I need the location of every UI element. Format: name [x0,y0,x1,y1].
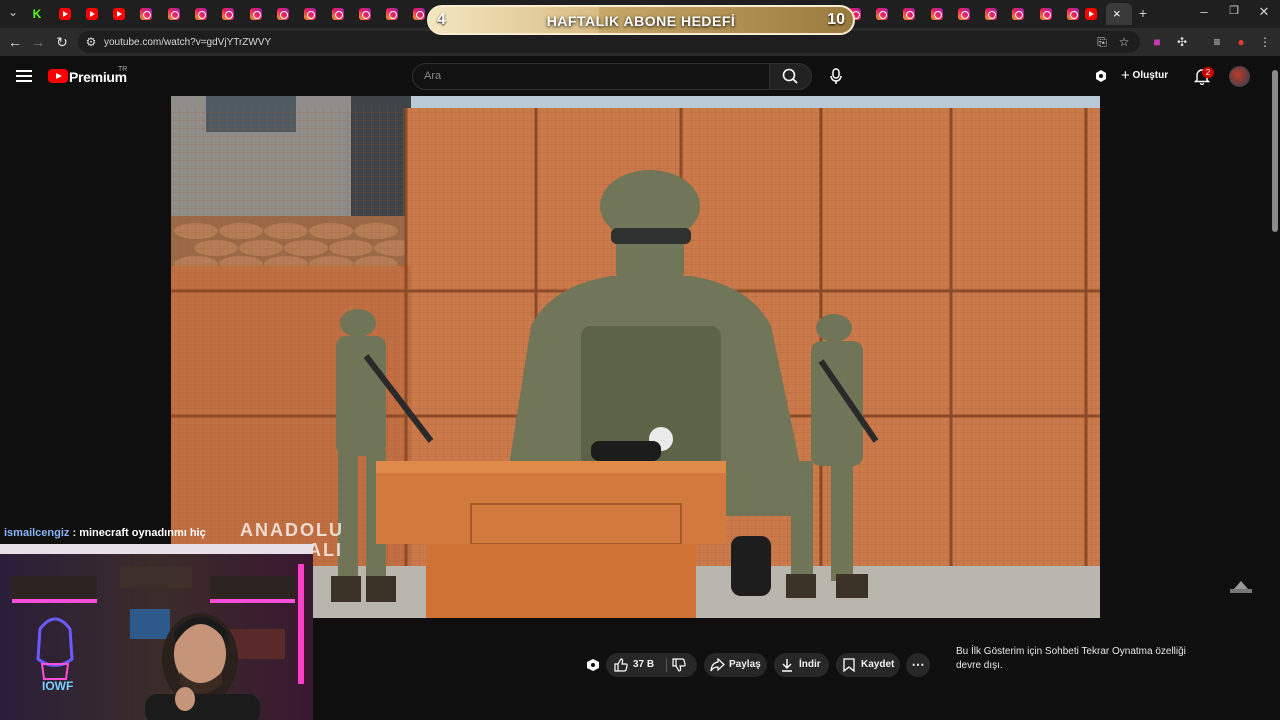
extensions-puzzle-icon[interactable]: ✣ [1174,34,1190,50]
youtube-favicon-icon[interactable] [1085,8,1097,20]
subscriber-goal-overlay: 4 HAFTALIK ABONE HEDEFİ 10 [427,5,855,35]
browser-menu-icon[interactable]: ⋮ [1257,34,1273,50]
chat-overlay-message: ismailcengiz : minecraft oynadınmı hiç [4,527,206,539]
youtube-favicon-icon[interactable] [86,8,98,20]
instagram-favicon-icon[interactable] [140,8,152,20]
extension-icon[interactable]: ■ [1149,34,1165,50]
streamer-webcam: IOWF [0,544,313,720]
search-icon [782,68,798,84]
instagram-favicon-icon[interactable] [250,8,262,20]
active-tab[interactable]: × [1106,3,1132,25]
instagram-favicon-icon[interactable] [413,8,425,20]
kick-favicon-icon[interactable]: K [31,8,43,20]
chat-separator: : [69,527,80,539]
restore-icon[interactable]: ❐ [1222,4,1246,17]
install-app-icon[interactable]: ⎘ [1094,34,1110,50]
watermark-line1: ANADOLU [240,520,344,540]
tab-search-chevron-icon[interactable]: ⌄ [4,5,22,19]
search-input[interactable] [412,63,770,90]
save-button[interactable]: Kaydet [836,653,900,677]
share-label: Paylaş [729,659,761,670]
bookmark-star-icon[interactable]: ☆ [1116,34,1132,50]
close-tab-icon[interactable]: × [1113,6,1121,21]
minimize-icon[interactable]: – [1192,4,1216,19]
close-window-icon[interactable]: ✕ [1252,4,1276,20]
notification-badge: 2 [1202,67,1214,78]
instagram-favicon-icon[interactable] [1012,8,1024,20]
neon-sign-text: IOWF [42,679,73,693]
url-text[interactable]: youtube.com/watch?v=gdVjYTrZWVY [104,37,271,48]
create-button[interactable]: + Oluştur [1121,67,1168,84]
like-dislike-group: 37 B [606,653,697,677]
region-code: TR [118,66,128,73]
instagram-favicon-icon[interactable] [876,8,888,20]
chat-message-text: minecraft oynadınmı hiç [79,527,206,539]
chat-username: ismailcengiz [4,527,70,539]
channel-watermark-icon[interactable] [1228,578,1254,596]
download-button[interactable]: İndir [774,653,829,677]
microphone-icon[interactable] [826,66,846,86]
goal-title: HAFTALIK ABONE HEDEFİ [546,13,736,29]
dislike-icon[interactable] [672,658,686,672]
site-settings-icon[interactable]: ⚙ [83,34,99,50]
youtube-favicon-icon[interactable] [59,8,71,20]
instagram-favicon-icon[interactable] [359,8,371,20]
plus-icon: + [1121,67,1130,84]
instagram-favicon-icon[interactable] [985,8,997,20]
live-clips-action-icon[interactable] [585,657,601,673]
like-icon[interactable] [614,658,628,672]
save-label: Kaydet [861,659,895,670]
menu-icon[interactable] [16,70,32,82]
goal-target-count: 10 [827,11,845,28]
pill-divider [666,658,667,672]
share-arrow-icon [710,658,725,672]
instagram-favicon-icon[interactable] [277,8,289,20]
instagram-favicon-icon[interactable] [903,8,915,20]
search-placeholder: Ara [424,70,442,82]
instagram-favicon-icon[interactable] [168,8,180,20]
create-label: Oluştur [1132,70,1169,81]
reload-icon[interactable]: ↻ [53,33,71,51]
instagram-favicon-icon[interactable] [195,8,207,20]
new-tab-button[interactable]: + [1134,5,1152,21]
instagram-favicon-icon[interactable] [332,8,344,20]
instagram-favicon-icon[interactable] [931,8,943,20]
download-icon [782,659,792,672]
profile-icon[interactable]: ● [1233,34,1249,50]
media-control-icon[interactable]: ≡ [1209,34,1225,50]
share-button[interactable]: Paylaş [704,653,767,677]
youtube-logo-icon[interactable] [48,69,68,83]
more-actions-button[interactable]: ⋯ [906,653,930,677]
account-avatar[interactable] [1229,66,1250,87]
like-count[interactable]: 37 B [633,653,654,677]
instagram-favicon-icon[interactable] [1040,8,1052,20]
live-clips-icon[interactable] [1093,69,1109,83]
instagram-favicon-icon[interactable] [386,8,398,20]
instagram-favicon-icon[interactable] [958,8,970,20]
search-button[interactable] [769,63,812,90]
forward-arrow-icon[interactable]: → [29,33,47,51]
scrollbar-thumb[interactable] [1272,70,1278,232]
instagram-favicon-icon[interactable] [222,8,234,20]
back-arrow-icon[interactable]: ← [6,33,24,51]
chat-replay-notice: Bu İlk Gösterim için Sohbeti Tekrar Oyna… [956,646,1186,671]
webcam-feed: IOWF [0,544,313,720]
instagram-favicon-icon[interactable] [304,8,316,20]
more-icon: ⋯ [911,657,925,672]
youtube-favicon-icon[interactable] [113,8,125,20]
download-label: İndir [799,659,821,670]
save-bookmark-icon [843,658,855,672]
instagram-favicon-icon[interactable] [1067,8,1079,20]
